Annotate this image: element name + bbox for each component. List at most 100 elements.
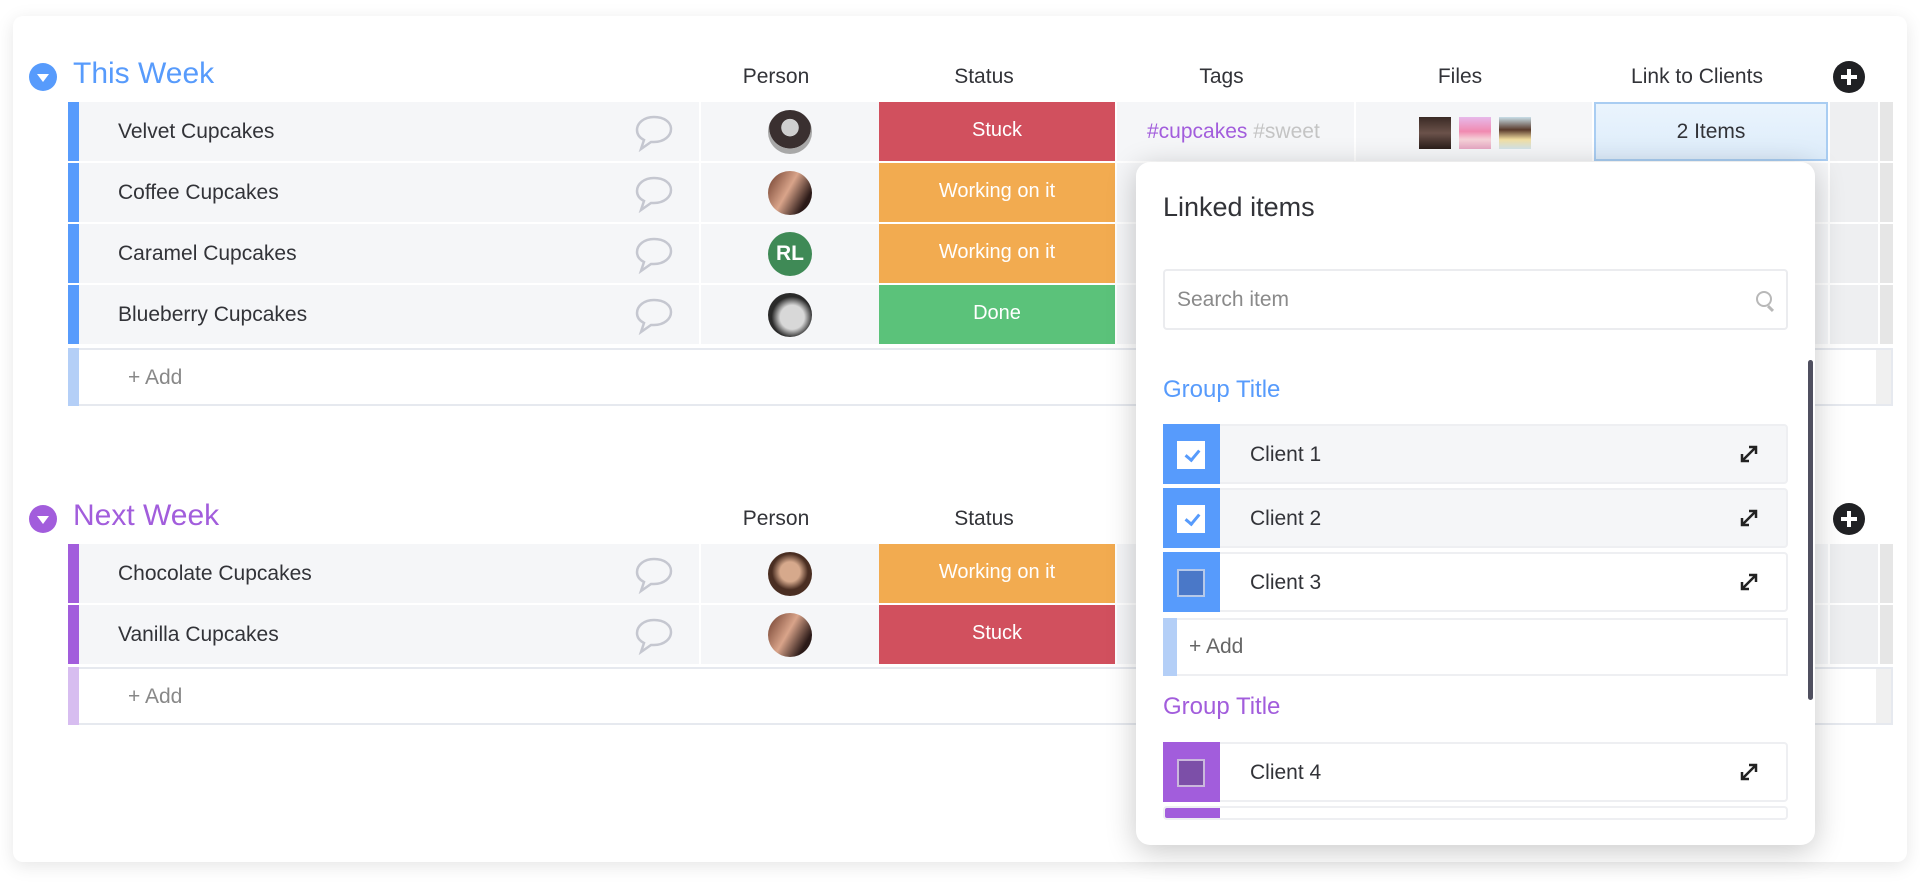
status-label[interactable]: Working on it [879, 163, 1115, 222]
item-name[interactable]: Blueberry Cupcakes [118, 303, 307, 327]
linked-item-client-3[interactable]: Client 3 [1163, 552, 1788, 612]
file-thumbnail-chocolate-cupcake[interactable] [1419, 117, 1451, 149]
item-color-bar [1165, 808, 1220, 818]
linked-item-client-2[interactable]: Client 2 [1163, 488, 1788, 548]
linked-item-client-4[interactable]: Client 4 [1163, 742, 1788, 802]
checkbox[interactable] [1177, 441, 1205, 469]
collapse-group-icon[interactable] [29, 505, 57, 533]
column-header-link-to-clients[interactable]: Link to Clients [1579, 65, 1815, 89]
linked-item-label: Client 1 [1250, 443, 1322, 466]
popup-add-item-row[interactable]: + Add [1163, 618, 1788, 676]
column-header-status[interactable]: Status [866, 507, 1102, 531]
popup-add-item-input[interactable]: + Add [1189, 635, 1243, 659]
row-end-cell [1828, 224, 1878, 283]
row-end-cell [1878, 285, 1893, 344]
add-column-icon[interactable] [1833, 503, 1865, 535]
row-color-bar [68, 285, 79, 344]
item-name[interactable]: Caramel Cupcakes [118, 242, 297, 266]
column-header-status[interactable]: Status [866, 65, 1102, 89]
row-color-bar [68, 544, 79, 603]
person-cell[interactable] [699, 605, 879, 664]
file-thumbnail-vanilla-cupcake[interactable] [1499, 117, 1531, 149]
item-color-bar [1163, 552, 1220, 612]
item-name[interactable]: Vanilla Cupcakes [118, 623, 279, 647]
popup-group-title: Group Title [1163, 376, 1281, 403]
add-item-input[interactable]: + Add [128, 685, 182, 709]
row-color-bar [68, 102, 79, 161]
item-name[interactable]: Chocolate Cupcakes [118, 562, 312, 586]
file-thumbnail-pink-cupcake[interactable] [1459, 117, 1491, 149]
row-end-cell [1828, 285, 1878, 344]
collapse-group-icon[interactable] [29, 63, 57, 91]
search-input[interactable] [1165, 271, 1786, 328]
linked-item-client-1[interactable]: Client 1 [1163, 424, 1788, 484]
checkbox[interactable] [1177, 569, 1205, 597]
person-cell[interactable] [699, 102, 879, 161]
linked-item-partial[interactable] [1163, 806, 1788, 820]
comment-bubble-icon[interactable] [633, 114, 675, 152]
row-end-cell [1876, 350, 1891, 404]
item-color-bar [1163, 742, 1220, 802]
row-end-cell [1828, 102, 1878, 161]
avatar [768, 552, 812, 596]
column-header-person[interactable]: Person [686, 65, 866, 89]
group-title[interactable]: Next Week [73, 499, 219, 533]
search-icon[interactable] [1756, 291, 1772, 307]
tag[interactable]: #cupcakes [1147, 120, 1247, 143]
comment-bubble-icon[interactable] [633, 556, 675, 594]
item-name[interactable]: Coffee Cupcakes [118, 181, 279, 205]
row-end-cell [1828, 163, 1878, 222]
column-header-person[interactable]: Person [686, 507, 866, 531]
linked-items-count[interactable]: 2 Items [1594, 102, 1828, 161]
linked-item-label: Client 2 [1250, 507, 1322, 530]
comment-bubble-icon[interactable] [633, 236, 675, 274]
status-label[interactable]: Done [879, 285, 1115, 344]
comment-bubble-icon[interactable] [633, 175, 675, 213]
checkbox[interactable] [1177, 505, 1205, 533]
avatar [768, 293, 812, 337]
table-row[interactable]: Velvet Cupcakes Stuck #cupcakes #sweet 2… [68, 102, 1893, 161]
tag[interactable]: #sweet [1253, 120, 1320, 143]
row-end-cell [1876, 669, 1891, 723]
person-cell[interactable]: RL [699, 224, 879, 283]
files-cell[interactable] [1354, 102, 1592, 161]
row-color-bar [68, 224, 79, 283]
status-label[interactable]: Stuck [879, 102, 1115, 161]
comment-bubble-icon[interactable] [633, 297, 675, 335]
row-color-bar [68, 667, 79, 725]
popup-group-title: Group Title [1163, 693, 1281, 720]
row-color-bar [68, 348, 79, 406]
expand-icon[interactable] [1738, 443, 1760, 465]
row-end-cell [1828, 544, 1878, 603]
row-end-cell [1878, 544, 1893, 603]
item-color-bar [1163, 424, 1220, 484]
item-name[interactable]: Velvet Cupcakes [118, 120, 274, 144]
person-cell[interactable] [699, 163, 879, 222]
item-color-bar [1163, 618, 1177, 676]
expand-icon[interactable] [1738, 761, 1760, 783]
expand-icon[interactable] [1738, 507, 1760, 529]
checkbox[interactable] [1177, 759, 1205, 787]
column-header-files[interactable]: Files [1341, 65, 1579, 89]
row-end-cell [1878, 605, 1893, 664]
group-title[interactable]: This Week [73, 57, 214, 91]
expand-icon[interactable] [1738, 571, 1760, 593]
column-header-tags[interactable]: Tags [1102, 65, 1341, 89]
board-card: This Week Person Status Tags Files Link … [13, 16, 1907, 862]
add-column-icon[interactable] [1833, 61, 1865, 93]
group-header-this-week: This Week Person Status Tags Files Link … [13, 51, 1907, 101]
popup-title: Linked items [1163, 192, 1315, 222]
tags-cell[interactable]: #cupcakes #sweet [1115, 102, 1354, 161]
add-item-input[interactable]: + Add [128, 366, 182, 390]
status-label[interactable]: Working on it [879, 544, 1115, 603]
person-cell[interactable] [699, 285, 879, 344]
avatar [768, 110, 812, 154]
status-label[interactable]: Working on it [879, 224, 1115, 283]
link-to-clients-cell[interactable]: 2 Items [1592, 102, 1828, 161]
status-label[interactable]: Stuck [879, 605, 1115, 664]
person-cell[interactable] [699, 544, 879, 603]
popup-scrollbar[interactable] [1808, 360, 1813, 700]
search-item-field[interactable] [1163, 269, 1788, 330]
comment-bubble-icon[interactable] [633, 617, 675, 655]
avatar [768, 613, 812, 657]
